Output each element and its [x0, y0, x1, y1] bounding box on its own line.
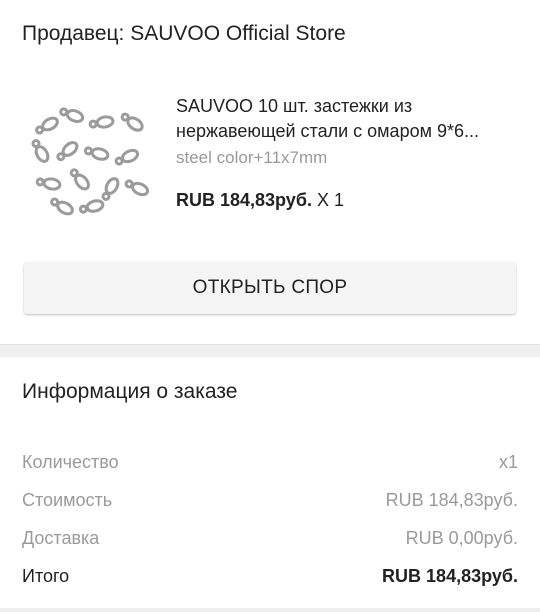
row-label: Доставка	[22, 528, 100, 548]
product-title-line-2: нержавеющей стали с омаром 9*6...	[176, 121, 479, 141]
order-info-row-quantity: Количество x1	[22, 452, 518, 473]
row-value: RUB 0,00руб.	[405, 528, 518, 548]
product-price-line: RUB 184,83руб. X 1	[176, 190, 344, 211]
product-quantity: X 1	[316, 190, 344, 210]
order-info-row-shipping: Доставка RUB 0,00руб.	[22, 528, 518, 549]
total-label: Итого	[22, 566, 70, 586]
row-value: RUB 184,83руб.	[385, 490, 518, 510]
product-price: RUB 184,83руб.	[176, 190, 312, 210]
row-label: Количество	[22, 452, 119, 472]
row-value: x1	[498, 452, 518, 472]
order-info-title: Информация о заказе	[22, 380, 238, 403]
order-info-row-cost: Стоимость RUB 184,83руб.	[22, 490, 518, 511]
order-info-row-total: Итого RUB 184,83руб.	[22, 566, 518, 587]
product-title-line-1: SAUVOO 10 шт. застежки из	[176, 96, 413, 116]
total-value: RUB 184,83руб.	[382, 566, 518, 586]
row-label: Стоимость	[22, 490, 113, 510]
seller-name[interactable]: Продавец: SAUVOO Official Store	[22, 22, 346, 46]
bottom-divider	[0, 608, 540, 612]
product-variant: steel color+11x7mm	[176, 148, 328, 167]
product-image[interactable]	[20, 94, 160, 220]
product-title[interactable]: SAUVOO 10 шт. застежки из нержавеющей ст…	[176, 94, 526, 144]
section-divider	[0, 344, 540, 357]
open-dispute-button[interactable]: ОТКРЫТЬ СПОР	[24, 262, 516, 314]
product-item[interactable]: SAUVOO 10 шт. застежки из нержавеющей ст…	[0, 88, 540, 228]
